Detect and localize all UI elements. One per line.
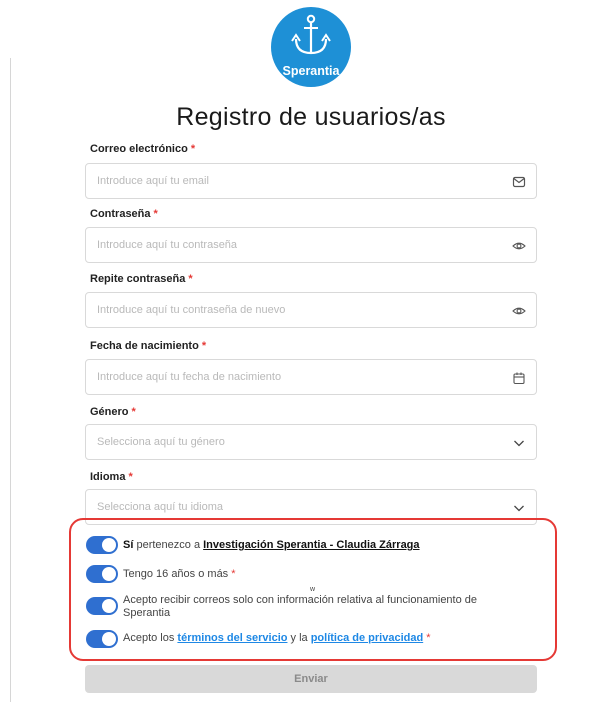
gender-label-text: Género xyxy=(90,406,129,418)
email-consent-line2: Sperantia xyxy=(123,607,171,619)
terms-of-service-link[interactable]: términos del servicio xyxy=(177,632,287,644)
gender-select[interactable] xyxy=(85,424,537,460)
terms-consent-toggle[interactable] xyxy=(86,630,118,648)
mail-icon xyxy=(512,176,526,188)
stray-character: w xyxy=(310,586,316,593)
required-mark: * xyxy=(231,568,236,580)
birthdate-field[interactable] xyxy=(85,359,537,395)
chevron-down-icon[interactable] xyxy=(512,501,526,515)
email-input[interactable] xyxy=(86,164,536,198)
research-consent-toggle[interactable] xyxy=(86,536,118,554)
required-mark: * xyxy=(201,340,207,352)
toggle-knob xyxy=(102,632,116,646)
email-label-text: Correo electrónico xyxy=(90,143,188,155)
required-mark: * xyxy=(131,406,136,418)
privacy-policy-link[interactable]: política de privacidad xyxy=(311,632,423,644)
terms-consent-pre: Acepto los xyxy=(123,632,178,644)
email-consent-line1: Acepto recibir correos solo con informac… xyxy=(123,594,478,606)
password-repeat-label-text: Repite contraseña xyxy=(90,273,186,285)
birthdate-label-text: Fecha de nacimiento xyxy=(90,340,199,352)
toggle-knob xyxy=(102,599,116,613)
birthdate-label: Fecha de nacimiento * xyxy=(90,340,206,352)
age-consent-text: Tengo 16 años o más * xyxy=(123,568,235,581)
toggle-knob xyxy=(102,567,116,581)
password-field[interactable] xyxy=(85,227,537,263)
password-label-text: Contraseña xyxy=(90,208,151,220)
logo-text: Sperantia xyxy=(282,64,340,78)
password-label: Contraseña * xyxy=(90,208,158,220)
calendar-icon[interactable] xyxy=(512,371,526,385)
gender-label: Género * xyxy=(90,406,136,418)
research-consent-text: Sí pertenezco a Investigación Sperantia … xyxy=(123,539,420,552)
birthdate-input[interactable] xyxy=(86,360,536,394)
language-label: Idioma * xyxy=(90,471,133,483)
toggle-knob xyxy=(102,538,116,552)
sperantia-logo: Sperantia xyxy=(271,7,351,87)
email-consent-toggle[interactable] xyxy=(86,597,118,615)
password-repeat-input[interactable] xyxy=(86,293,536,327)
terms-consent-text: Acepto los términos del servicio y la po… xyxy=(123,632,430,645)
research-project-link[interactable]: Investigación Sperantia - Claudia Zárrag… xyxy=(203,539,419,551)
password-input[interactable] xyxy=(86,228,536,262)
required-mark: * xyxy=(128,471,133,483)
chevron-down-icon[interactable] xyxy=(512,436,526,450)
research-consent-strong: Sí xyxy=(123,539,134,551)
research-consent-copy: pertenezco a xyxy=(133,539,204,551)
required-mark: * xyxy=(153,208,158,220)
required-mark: * xyxy=(188,273,193,285)
required-mark: * xyxy=(190,143,196,155)
eye-icon[interactable] xyxy=(512,304,526,318)
password-repeat-label: Repite contraseña * xyxy=(90,273,193,285)
terms-consent-mid: y la xyxy=(287,632,311,644)
language-label-text: Idioma xyxy=(90,471,126,483)
required-mark: * xyxy=(426,632,431,644)
gender-select-input[interactable] xyxy=(86,425,536,459)
email-consent-text: Acepto recibir correos solo con informac… xyxy=(123,594,523,620)
submit-button[interactable]: Enviar xyxy=(85,665,537,693)
email-label: Correo electrónico * xyxy=(90,143,195,155)
eye-icon[interactable] xyxy=(512,239,526,253)
age-consent-copy: Tengo 16 años o más xyxy=(123,568,229,580)
age-consent-toggle[interactable] xyxy=(86,565,118,583)
page-title: Registro de usuarios/as xyxy=(176,103,446,131)
page-frame-border xyxy=(10,58,11,702)
email-field[interactable] xyxy=(85,163,537,199)
password-repeat-field[interactable] xyxy=(85,292,537,328)
